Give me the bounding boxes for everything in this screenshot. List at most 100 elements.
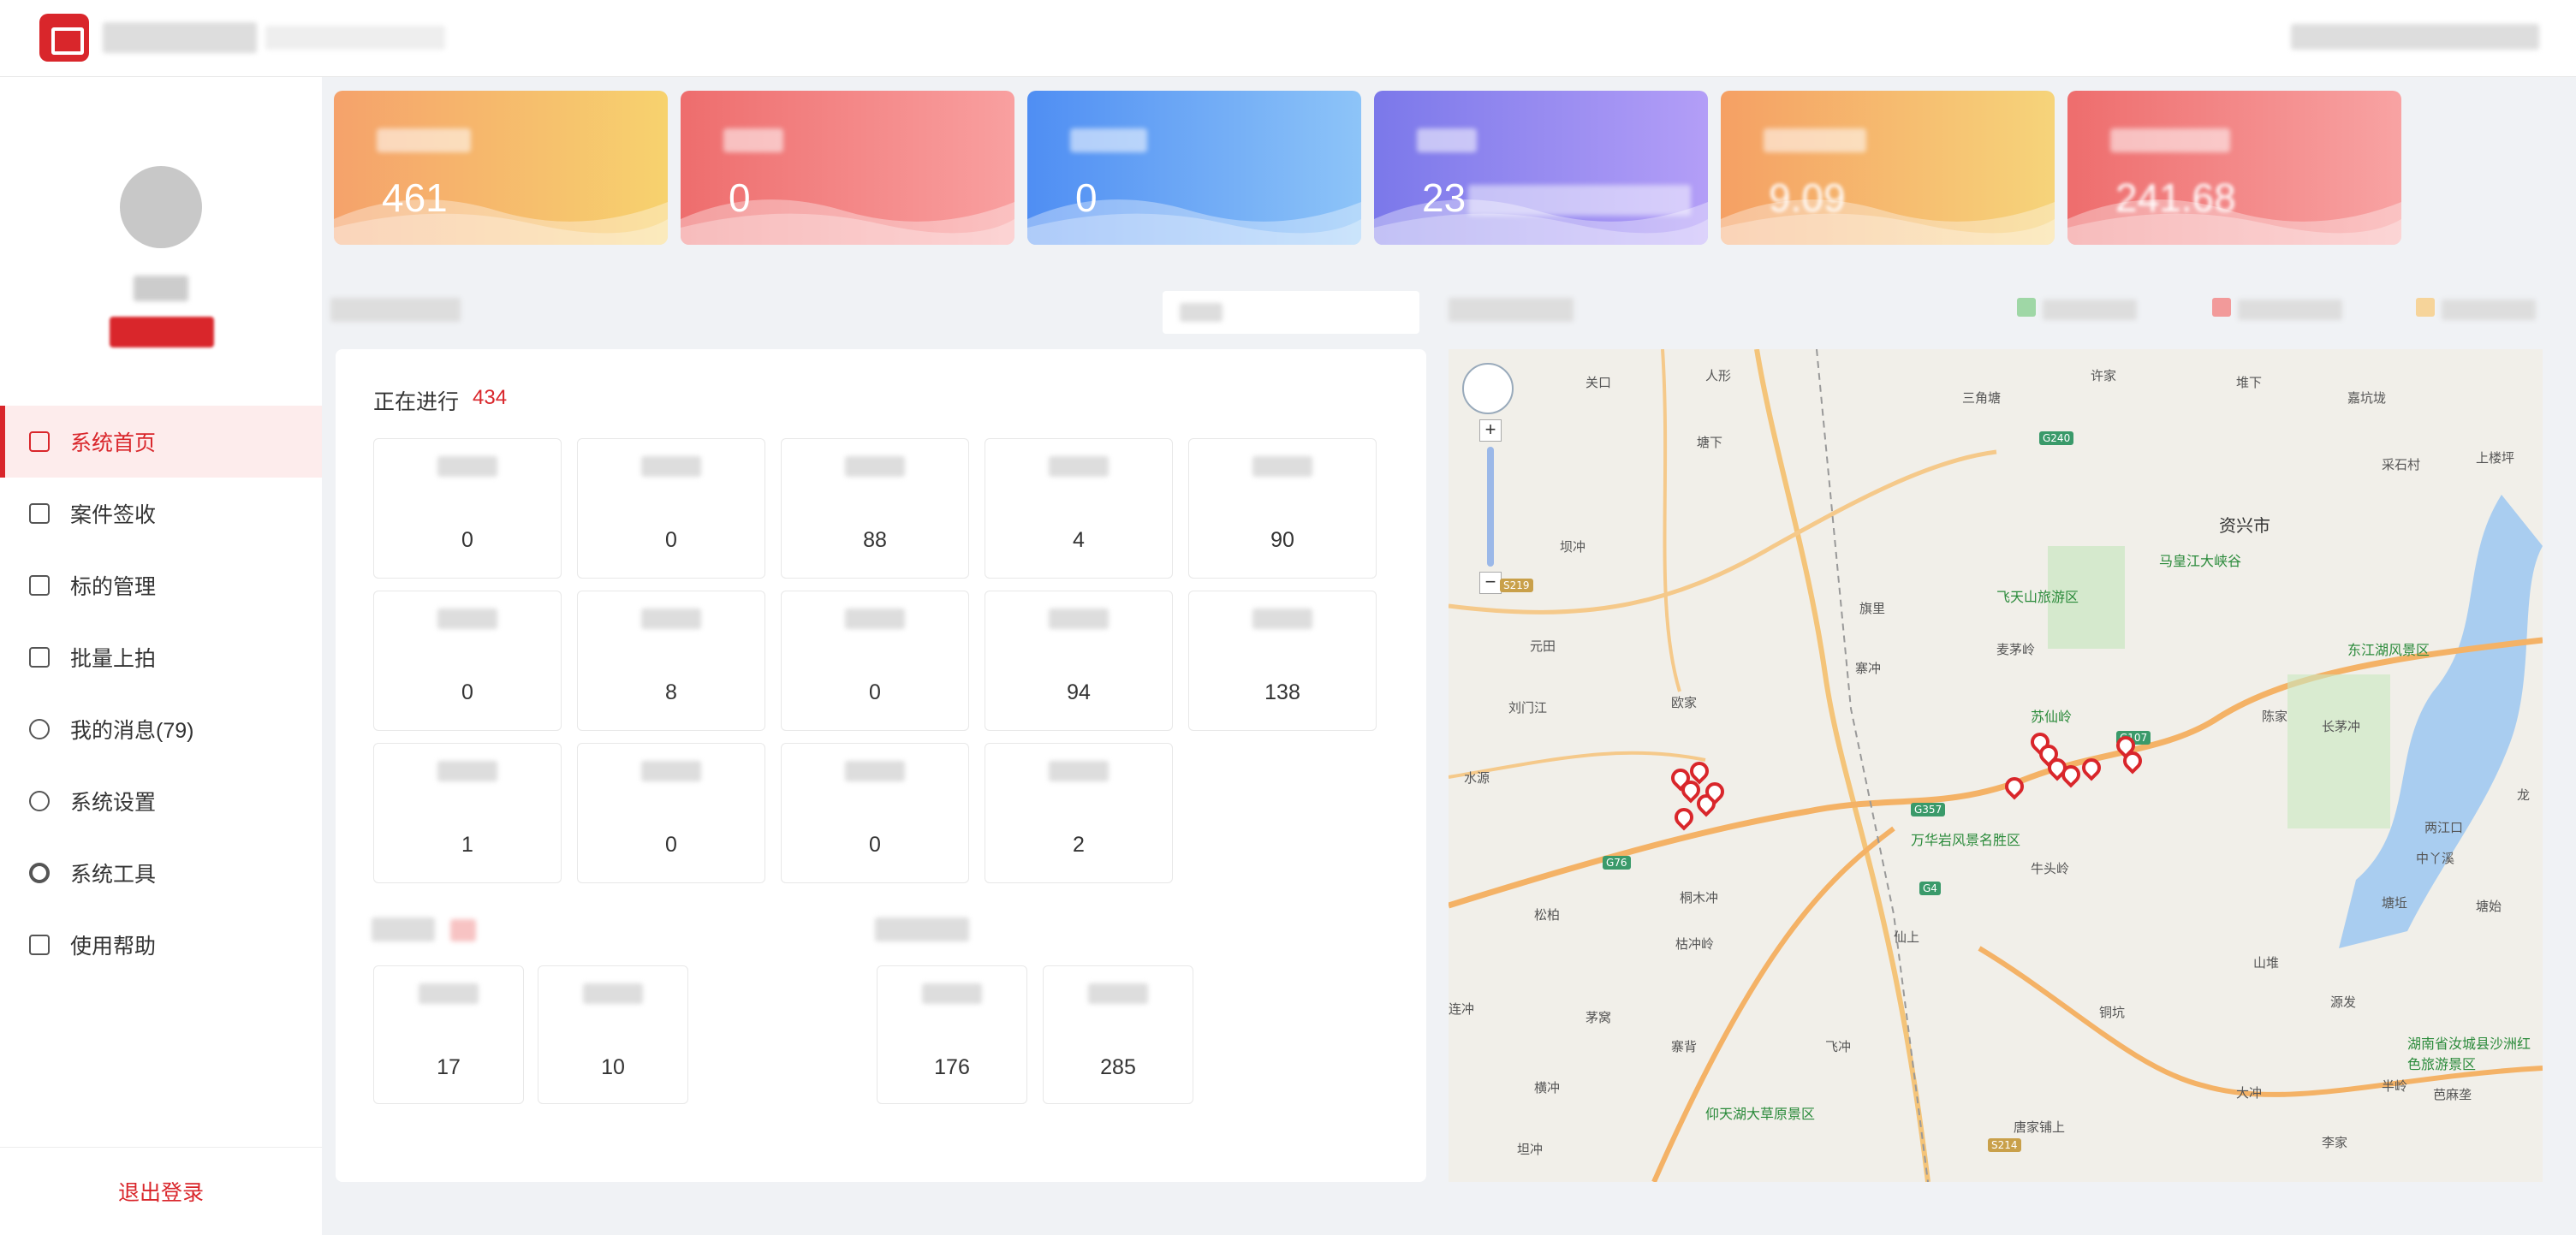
map-poi-label[interactable]: 万华岩风景名胜区 bbox=[1911, 828, 2020, 849]
stat-label-redacted bbox=[437, 456, 497, 477]
stat-label-redacted bbox=[1049, 609, 1109, 629]
stat-value: 90 bbox=[1270, 528, 1294, 552]
stat-label-redacted bbox=[437, 761, 497, 781]
sidebar-item-tools[interactable]: 系统工具 bbox=[0, 837, 322, 909]
map-pan-control[interactable] bbox=[1462, 363, 1514, 414]
zoom-in-button[interactable]: + bbox=[1479, 419, 1502, 442]
filter-select[interactable] bbox=[1163, 291, 1419, 334]
stat-value: 0 bbox=[869, 680, 881, 704]
road bbox=[1754, 349, 1931, 1182]
tool-icon bbox=[29, 863, 50, 883]
group-b-stat[interactable]: 176 bbox=[877, 965, 1027, 1104]
map-place-label: 山堆 bbox=[2253, 955, 2280, 971]
map-poi-label[interactable]: 湖南省汝城县沙洲红色旅游景区 bbox=[2407, 1032, 2543, 1073]
ongoing-stat[interactable]: 0 bbox=[373, 591, 562, 731]
upload-icon bbox=[29, 647, 50, 668]
map-place-label: 中丫溪 bbox=[2416, 851, 2455, 866]
stat-value: 0 bbox=[461, 528, 473, 552]
map-place-label: 芭麻垄 bbox=[2433, 1087, 2472, 1102]
map-poi-label[interactable]: 飞天山旅游区 bbox=[1996, 585, 2079, 606]
map-place-label: 坦冲 bbox=[1517, 1142, 1544, 1157]
summary-card[interactable]: 461 bbox=[334, 91, 668, 245]
map-view[interactable]: + − 关口 人形 三角塘 许家 堆下 嘉坑垅 塘下 采石村 上楼坪 坝冲 资兴市 旗里 元田 寨冲 麦茅岭… bbox=[1449, 349, 2543, 1182]
map-place-label: 许家 bbox=[2091, 368, 2117, 383]
zoom-slider[interactable] bbox=[1487, 447, 1494, 567]
sidebar-item-batch-upload[interactable]: 批量上拍 bbox=[0, 621, 322, 693]
stat-label-redacted bbox=[437, 609, 497, 629]
avatar[interactable] bbox=[120, 166, 202, 248]
ongoing-stat[interactable]: 2 bbox=[985, 743, 1173, 883]
summary-card[interactable]: 0 bbox=[681, 91, 1014, 245]
stat-value: 1 bbox=[461, 833, 473, 857]
summary-card[interactable]: 9.09 bbox=[1721, 91, 2055, 245]
help-icon bbox=[29, 935, 50, 955]
summary-card[interactable]: 241.68 bbox=[2067, 91, 2401, 245]
map-place-label: 采石村 bbox=[2382, 457, 2421, 472]
group-a-stat[interactable]: 17 bbox=[373, 965, 524, 1104]
sidebar-item-help[interactable]: 使用帮助 bbox=[0, 909, 322, 981]
card-wave bbox=[1374, 199, 1708, 245]
ongoing-stat[interactable]: 90 bbox=[1188, 438, 1377, 579]
logout-button[interactable]: 退出登录 bbox=[0, 1147, 322, 1235]
ongoing-title: 正在进行 bbox=[373, 390, 460, 414]
stat-value: 0 bbox=[869, 833, 881, 857]
map-poi-label[interactable]: 马皇江大峡谷 bbox=[2159, 549, 2241, 570]
summary-card[interactable]: 0 bbox=[1027, 91, 1361, 245]
sidebar-item-home[interactable]: 系统首页 bbox=[0, 406, 322, 478]
map-section-title-redacted bbox=[1449, 298, 1574, 322]
ongoing-stat[interactable]: 1 bbox=[373, 743, 562, 883]
stat-label-redacted bbox=[641, 609, 701, 629]
sign-icon bbox=[29, 503, 50, 524]
map-poi-label[interactable]: 东江湖风景区 bbox=[2347, 638, 2430, 659]
ongoing-stat[interactable]: 0 bbox=[577, 438, 765, 579]
map-place-label: 枯冲岭 bbox=[1675, 936, 1715, 952]
map-place-label: 飞冲 bbox=[1825, 1039, 1852, 1054]
stat-label-redacted bbox=[845, 761, 905, 781]
ongoing-stat[interactable]: 94 bbox=[985, 591, 1173, 731]
map-place-label: 嘉坑垅 bbox=[2347, 390, 2387, 406]
group-b-stat[interactable]: 285 bbox=[1043, 965, 1193, 1104]
sidebar-item-label: 使用帮助 bbox=[70, 935, 157, 959]
user-info-redacted[interactable] bbox=[2291, 24, 2539, 50]
sidebar-item-messages[interactable]: 我的消息(79) bbox=[0, 693, 322, 765]
sidebar-item-label: 批量上拍 bbox=[70, 647, 157, 671]
ongoing-stat[interactable]: 0 bbox=[781, 591, 969, 731]
map-place-label: 旗里 bbox=[1859, 601, 1886, 616]
map-place-label: 塘下 bbox=[1697, 435, 1723, 450]
summary-card[interactable]: 23 bbox=[1374, 91, 1708, 245]
ongoing-stat[interactable]: 0 bbox=[577, 743, 765, 883]
ongoing-stat[interactable]: 4 bbox=[985, 438, 1173, 579]
stat-label-redacted bbox=[845, 456, 905, 477]
asset-icon bbox=[29, 575, 50, 596]
map-place-label: 大冲 bbox=[2236, 1085, 2263, 1101]
map-place-label: 塘坵 bbox=[2382, 895, 2408, 911]
stat-value: 17 bbox=[437, 1055, 461, 1079]
sidebar-item-case-sign[interactable]: 案件签收 bbox=[0, 478, 322, 549]
stat-value: 88 bbox=[863, 528, 887, 552]
map-zoom-control[interactable]: + − bbox=[1479, 419, 1502, 594]
legend-yellow-swatch bbox=[2416, 298, 2435, 317]
zoom-out-button[interactable]: − bbox=[1479, 572, 1502, 594]
ongoing-stat[interactable]: 8 bbox=[577, 591, 765, 731]
map-place-label: 刘门江 bbox=[1508, 700, 1548, 715]
stat-label-redacted bbox=[1088, 983, 1148, 1004]
road-shield-label: G76 bbox=[1603, 856, 1631, 870]
group-a-stat[interactable]: 10 bbox=[538, 965, 688, 1104]
ongoing-stat[interactable]: 138 bbox=[1188, 591, 1377, 731]
map-poi-label[interactable]: 仰天湖大草原景区 bbox=[1705, 1102, 1815, 1123]
ongoing-stat[interactable]: 0 bbox=[373, 438, 562, 579]
stat-value: 94 bbox=[1067, 680, 1091, 704]
card-wave bbox=[681, 199, 1014, 245]
map-poi-label[interactable]: 苏仙岭 bbox=[2031, 705, 2072, 726]
map-place-label: 麦茅岭 bbox=[1996, 642, 2036, 657]
ongoing-stat[interactable]: 88 bbox=[781, 438, 969, 579]
sidebar-item-settings[interactable]: 系统设置 bbox=[0, 765, 322, 837]
legend-label-redacted bbox=[2043, 300, 2137, 320]
sidebar-item-asset-management[interactable]: 标的管理 bbox=[0, 549, 322, 621]
ongoing-count: 434 bbox=[473, 386, 508, 409]
map-place-label: 松柏 bbox=[1534, 907, 1561, 923]
stat-label-redacted bbox=[641, 761, 701, 781]
road-shield-label: G357 bbox=[1911, 803, 1946, 816]
ongoing-stat[interactable]: 0 bbox=[781, 743, 969, 883]
home-icon bbox=[29, 431, 50, 452]
